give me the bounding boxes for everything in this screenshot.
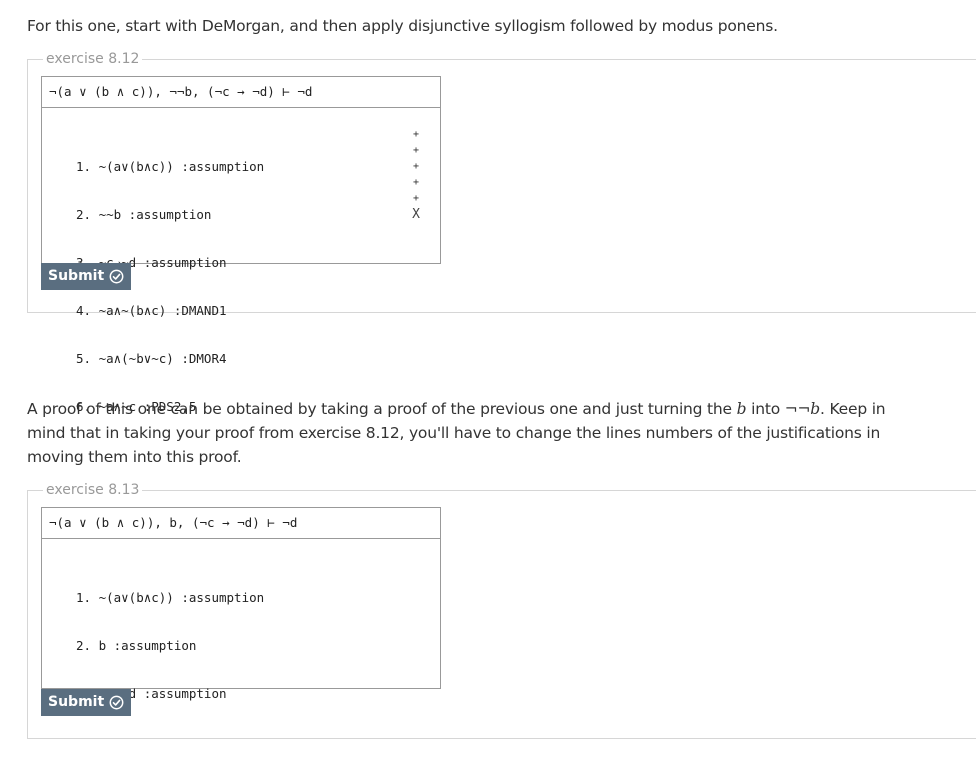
delete-line-icon[interactable]: X: [410, 207, 422, 223]
proof-line[interactable]: 1. ~(a∨(b∧c)) :assumption: [76, 159, 264, 175]
line-controls: + + + + + X: [410, 127, 422, 223]
submit-button[interactable]: Submit: [41, 689, 132, 716]
italic-formula: ¬¬b: [784, 400, 821, 418]
submit-label: Submit: [48, 268, 105, 284]
proof-editor[interactable]: ¬(a ∨ (b ∧ c)), ¬¬b, (¬c → ¬d) ⊢ ¬d 1. ~…: [41, 76, 441, 414]
exercise-legend: exercise 8.12: [43, 50, 143, 68]
proof-goal: ¬(a ∨ (b ∧ c)), ¬¬b, (¬c → ¬d) ⊢ ¬d: [42, 77, 440, 108]
proof-goal: ¬(a ∨ (b ∧ c)), b, (¬c → ¬d) ⊢ ¬d: [42, 508, 440, 539]
intro-text: into: [746, 400, 785, 418]
submit-label: Submit: [48, 694, 105, 710]
exercise-legend: exercise 8.13: [43, 481, 143, 499]
proof-editor[interactable]: ¬(a ∨ (b ∧ c)), b, (¬c → ¬d) ⊢ ¬d 1. ~(a…: [41, 507, 441, 701]
add-line-icon[interactable]: +: [410, 191, 422, 207]
intro-text: A proof of this one can be obtained by t…: [27, 400, 737, 418]
check-circle-icon: [109, 269, 124, 284]
italic-variable: b: [736, 400, 747, 418]
add-line-icon[interactable]: +: [410, 127, 422, 143]
proof-line[interactable]: 2. b :assumption: [76, 638, 264, 654]
add-line-icon[interactable]: +: [410, 143, 422, 159]
add-line-icon[interactable]: +: [410, 159, 422, 175]
proof-line[interactable]: 2. ~~b :assumption: [76, 207, 264, 223]
exercise-8-13: exercise 8.13 ¬(a ∨ (b ∧ c)), b, (¬c → ¬…: [27, 481, 976, 739]
intro-paragraph-2: A proof of this one can be obtained by t…: [27, 397, 897, 469]
add-line-icon[interactable]: +: [410, 175, 422, 191]
proof-line[interactable]: 1. ~(a∨(b∧c)) :assumption: [76, 590, 264, 606]
intro-paragraph-1: For this one, start with DeMorgan, and t…: [27, 17, 778, 35]
submit-button[interactable]: Submit: [41, 263, 132, 290]
proof-line[interactable]: 4. ~a∧~(b∧c) :DMAND1: [76, 303, 264, 319]
exercise-8-12: exercise 8.12 ¬(a ∨ (b ∧ c)), ¬¬b, (¬c →…: [27, 50, 976, 414]
check-circle-icon: [109, 695, 124, 710]
proof-line[interactable]: 5. ~a∧(~b∨~c) :DMOR4: [76, 351, 264, 367]
